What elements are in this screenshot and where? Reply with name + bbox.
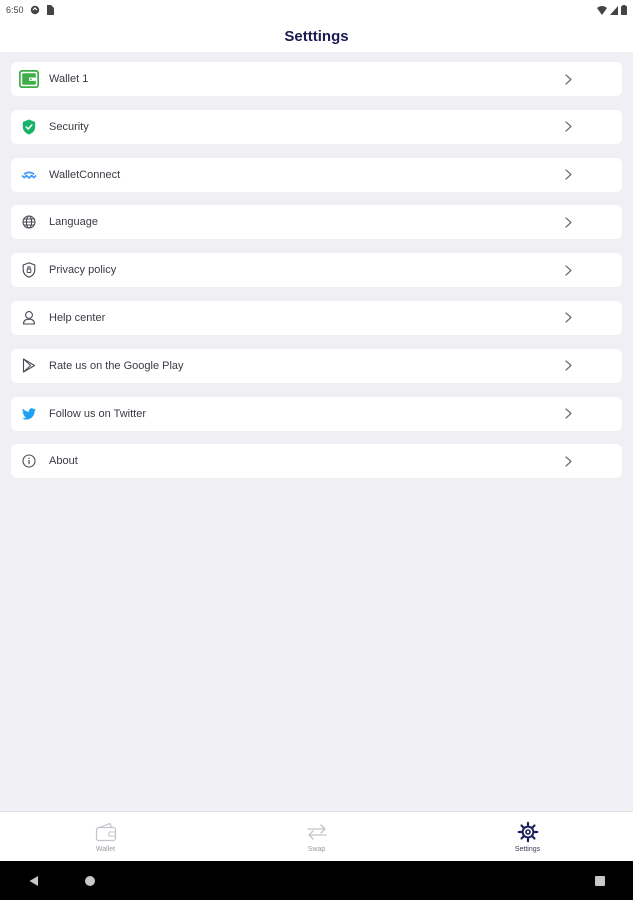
chevron-right-icon [563,121,573,133]
shield-green-icon [19,117,39,137]
settings-item-about[interactable]: About [11,444,622,479]
wallet-icon [94,821,118,843]
back-icon[interactable] [29,875,39,886]
settings-item-label: WalletConnect [49,168,121,181]
swap-icon [305,821,329,843]
settings-item-security[interactable]: Security [11,109,622,144]
tab-label: Swap [307,845,326,853]
home-icon[interactable] [85,875,96,886]
shield-outline-icon [19,260,39,280]
person-icon [19,308,39,328]
tab-label: Wallet [95,845,116,853]
settings-item-label: Language [49,216,98,229]
twitter-icon [19,404,39,424]
chevron-right-icon [563,73,573,85]
sim-card-icon [46,5,54,15]
chevron-right-icon [563,216,573,228]
tab-settings[interactable]: Settings [422,812,633,861]
wallet-green-icon [19,69,39,89]
play-store-icon [19,356,39,376]
settings-item-walletconnect[interactable]: WalletConnect [11,157,622,192]
settings-item-label: About [49,455,78,468]
settings-item-rate-us[interactable]: Rate us on the Google Play [11,348,622,383]
gear-icon [516,821,540,843]
settings-item-label: Help center [49,311,106,324]
settings-item-label: Privacy policy [49,264,117,277]
battery-icon [621,5,627,15]
settings-item-label: Security [49,120,89,133]
wifi-icon [597,5,607,15]
cellular-signal-icon [610,5,618,15]
sync-icon [30,5,40,15]
chevron-right-icon [563,312,573,324]
bottom-tab-bar: Wallet Swap Settings [0,811,633,861]
info-icon [19,451,39,471]
page-title: Setttings [284,27,349,45]
settings-item-label: Wallet 1 [49,73,89,85]
status-time: 6:50 [6,5,24,15]
system-navigation-bar [0,861,633,900]
chevron-right-icon [563,360,573,372]
settings-item-label: Rate us on the Google Play [49,359,184,372]
recents-icon[interactable] [595,875,605,886]
settings-item-twitter[interactable]: Follow us on Twitter [11,396,622,431]
chevron-right-icon [563,408,573,420]
settings-item-privacy[interactable]: Privacy policy [11,253,622,288]
chevron-right-icon [563,264,573,276]
settings-item-help-center[interactable]: Help center [11,300,622,335]
tab-wallet[interactable]: Wallet [0,812,211,861]
walletconnect-icon [19,165,39,185]
tab-swap[interactable]: Swap [211,812,422,861]
settings-item-language[interactable]: Language [11,205,622,240]
settings-item-label: Follow us on Twitter [49,407,147,420]
tab-label: Settings [514,845,541,853]
app-header: Setttings [0,20,633,52]
globe-icon [19,212,39,232]
chevron-right-icon [563,455,573,467]
chevron-right-icon [563,169,573,181]
status-bar: 6:50 [0,0,633,20]
settings-item-wallet[interactable]: Wallet 1 [11,62,622,96]
settings-list: Wallet 1 Security WalletConnect Language [11,62,622,492]
